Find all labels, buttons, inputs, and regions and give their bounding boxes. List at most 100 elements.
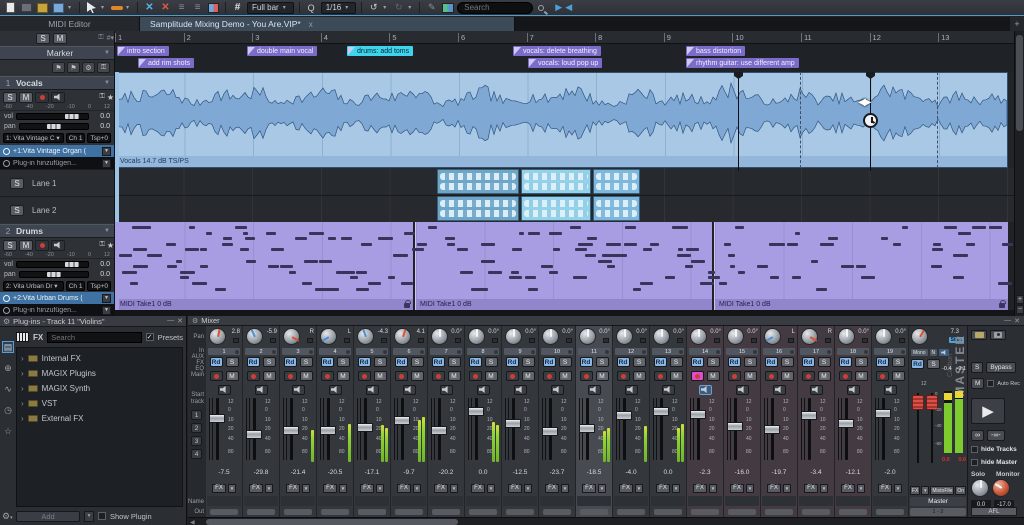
plugin-dropdown-icon[interactable]: ▼: [102, 294, 111, 303]
transpose-box[interactable]: Tsp+0: [87, 133, 111, 143]
channel-name-field[interactable]: [429, 496, 463, 506]
pan-mini-icon[interactable]: [418, 338, 424, 343]
pan-knob[interactable]: [727, 328, 744, 345]
midi-note[interactable]: [519, 232, 524, 235]
master-channel[interactable]: 7.3 StEn Mono N Rd S Carbon MASTER 12: [909, 326, 968, 517]
header-grid-icon[interactable]: #▾: [107, 34, 114, 42]
snap-toggle-icon[interactable]: [207, 2, 220, 14]
fx-dropdown-icon[interactable]: ▼: [228, 484, 236, 493]
fader-handle[interactable]: [283, 426, 299, 435]
fader-handle[interactable]: [320, 426, 336, 435]
timeline-marker[interactable]: vocals: loud pop up: [528, 58, 602, 68]
midi-note[interactable]: [133, 265, 148, 268]
midi-note[interactable]: [708, 276, 720, 279]
channel-name-field[interactable]: [392, 496, 426, 506]
record-button[interactable]: [469, 371, 482, 381]
wave-view-icon[interactable]: ∿: [2, 383, 14, 395]
fx-dropdown-icon[interactable]: ▼: [265, 484, 273, 493]
plugin-slot-empty[interactable]: Plug-in hinzufügen... ▼: [0, 157, 114, 169]
midi-note[interactable]: [931, 265, 942, 268]
mute-button[interactable]: M: [707, 371, 720, 381]
midi-note[interactable]: [388, 276, 395, 279]
midi-note[interactable]: [512, 248, 522, 251]
mouse-mode-icon[interactable]: [85, 2, 98, 14]
fx-dropdown-icon[interactable]: ▼: [413, 484, 421, 493]
fx-dropdown-icon[interactable]: ▼: [857, 484, 865, 493]
read-automation-button[interactable]: Rd: [210, 357, 223, 367]
solo-button[interactable]: S: [448, 357, 461, 367]
volume-slider[interactable]: [16, 113, 89, 120]
midi-note[interactable]: [643, 248, 652, 251]
gear-icon[interactable]: ⚙: [192, 317, 198, 325]
record-button[interactable]: [802, 371, 815, 381]
channel-output[interactable]: [835, 506, 871, 517]
mixer-channel[interactable]: -4.3 5 Rd S M: [354, 326, 391, 517]
minimize-icon[interactable]: —: [1004, 317, 1011, 325]
track-record-button[interactable]: [35, 92, 49, 103]
volume-fader[interactable]: 12010204080: [391, 396, 427, 466]
midi-note[interactable]: [328, 237, 336, 240]
presets-checkbox[interactable]: ✓: [146, 333, 154, 341]
midi-note[interactable]: [176, 260, 181, 263]
solo-button[interactable]: S: [633, 357, 646, 367]
channel-output[interactable]: [206, 506, 242, 517]
track-header-drums[interactable]: 2 Drums ▼: [0, 224, 114, 238]
midi-note[interactable]: [549, 271, 558, 274]
midi-note[interactable]: [598, 260, 612, 263]
fader-handle[interactable]: [764, 425, 780, 434]
midi-note[interactable]: [200, 248, 207, 251]
read-automation-button[interactable]: Rd: [247, 357, 260, 367]
midi-note[interactable]: [266, 232, 276, 235]
mute-button[interactable]: M: [670, 371, 683, 381]
mix-to-file-button[interactable]: MixtoFile: [930, 486, 954, 495]
midi-note[interactable]: [509, 276, 522, 279]
fader-handle[interactable]: [209, 414, 225, 423]
pan-knob[interactable]: [653, 328, 670, 345]
midi-note[interactable]: [460, 271, 473, 274]
fx-button[interactable]: FX: [545, 484, 559, 493]
solo-button[interactable]: S: [411, 357, 424, 367]
normalize-button[interactable]: N: [930, 349, 938, 356]
take-clip[interactable]: [593, 196, 640, 221]
read-automation-button[interactable]: Rd: [691, 357, 704, 367]
afl-button[interactable]: AFL: [971, 507, 1017, 516]
monitor-speaker-button[interactable]: [440, 385, 453, 395]
channel-number[interactable]: 18: [837, 348, 869, 355]
midi-note[interactable]: [902, 226, 908, 229]
midi-note[interactable]: [167, 265, 177, 268]
pan-knob[interactable]: [838, 328, 855, 345]
volume-fader[interactable]: 12010204080: [687, 396, 723, 466]
marker-out-icon[interactable]: ⚑: [67, 62, 80, 73]
channel-number[interactable]: 4: [319, 348, 351, 355]
midi-note[interactable]: [678, 248, 683, 251]
read-automation-button[interactable]: Rd: [839, 357, 852, 367]
midi-note[interactable]: [180, 276, 189, 279]
volume-slider[interactable]: [16, 261, 89, 268]
midi-note[interactable]: [893, 243, 901, 246]
pan-mini-icon[interactable]: [233, 338, 239, 343]
midi-note[interactable]: [735, 226, 745, 229]
zoom-in-button[interactable]: +: [1016, 295, 1024, 304]
track-lock-icon[interactable]: ⚿: [100, 241, 105, 249]
channel-name-field[interactable]: [614, 496, 648, 506]
midi-note[interactable]: [575, 248, 587, 251]
track-record-button[interactable]: [35, 240, 49, 251]
take-clip[interactable]: [593, 169, 640, 194]
pan-knob[interactable]: [505, 328, 522, 345]
midi-note[interactable]: [573, 276, 587, 279]
midi-note[interactable]: [672, 226, 686, 229]
midi-note[interactable]: [633, 288, 641, 291]
midi-note[interactable]: [724, 243, 731, 246]
midi-note[interactable]: [691, 260, 705, 263]
mute-button[interactable]: M: [855, 371, 868, 381]
midi-note[interactable]: [368, 282, 381, 285]
midi-note[interactable]: [624, 243, 637, 246]
snap-value-dropdown[interactable]: Full bar▾: [247, 2, 294, 14]
midi-note[interactable]: [481, 260, 495, 263]
redo-dropdown-icon[interactable]: ▾: [408, 4, 414, 11]
pan-mini-icon[interactable]: [270, 338, 276, 343]
record-button[interactable]: [543, 371, 556, 381]
monitor-speaker-button[interactable]: [699, 385, 712, 395]
pan-knob[interactable]: [283, 328, 300, 345]
channel-name-field[interactable]: [318, 496, 352, 506]
